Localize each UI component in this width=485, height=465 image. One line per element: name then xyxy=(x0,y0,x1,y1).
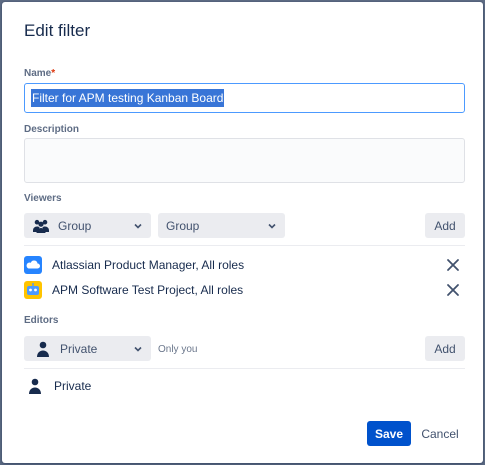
description-label: Description xyxy=(24,124,80,135)
required-mark: * xyxy=(51,68,56,79)
chevron-down-icon xyxy=(134,223,142,229)
remove-viewer-close-icon[interactable] xyxy=(445,282,461,298)
viewer-item-label: APM Software Test Project, All roles xyxy=(52,283,244,297)
cancel-button[interactable]: Cancel xyxy=(416,421,464,446)
viewers-add-button[interactable]: Add xyxy=(425,213,465,238)
editor-item-label: Private xyxy=(54,379,92,393)
viewers-divider xyxy=(24,245,465,246)
editors-label: Editors xyxy=(24,315,59,326)
name-input-value: Filter for APM testing Kanban Board xyxy=(31,89,225,107)
remove-viewer-close-icon[interactable] xyxy=(445,257,461,273)
person-icon xyxy=(29,378,41,394)
dialog-title: Edit filter xyxy=(24,21,91,40)
viewer-list-item: Atlassian Product Manager, All roles xyxy=(24,254,465,276)
name-label: Name* xyxy=(24,68,56,79)
robot-project-icon xyxy=(24,281,42,299)
cloud-project-icon xyxy=(24,256,42,274)
viewer-group-select[interactable]: Group xyxy=(158,213,285,238)
viewer-item-label: Atlassian Product Manager, All roles xyxy=(52,258,245,272)
description-input[interactable] xyxy=(24,138,465,183)
editors-divider xyxy=(24,368,465,369)
viewer-group-select-value: Group xyxy=(166,218,200,233)
editors-hint: Only you xyxy=(158,344,198,355)
viewer-type-select-value: Group xyxy=(58,218,92,233)
save-button[interactable]: Save xyxy=(367,421,411,446)
name-input[interactable]: Filter for APM testing Kanban Board xyxy=(24,83,465,113)
chevron-down-icon xyxy=(134,346,142,352)
edit-filter-dialog: Edit filter Name* Filter for APM testing… xyxy=(2,2,483,463)
editor-type-select-value: Private xyxy=(60,341,98,356)
editors-add-button[interactable]: Add xyxy=(425,336,465,361)
viewer-type-select[interactable]: Group xyxy=(24,213,151,238)
chevron-down-icon xyxy=(268,223,276,229)
viewer-list-item: APM Software Test Project, All roles xyxy=(24,279,465,301)
viewers-label: Viewers xyxy=(24,193,62,204)
editor-type-select[interactable]: Private xyxy=(24,336,151,361)
editor-list-item: Private xyxy=(24,375,465,397)
group-icon xyxy=(33,219,49,233)
person-icon xyxy=(37,341,49,357)
